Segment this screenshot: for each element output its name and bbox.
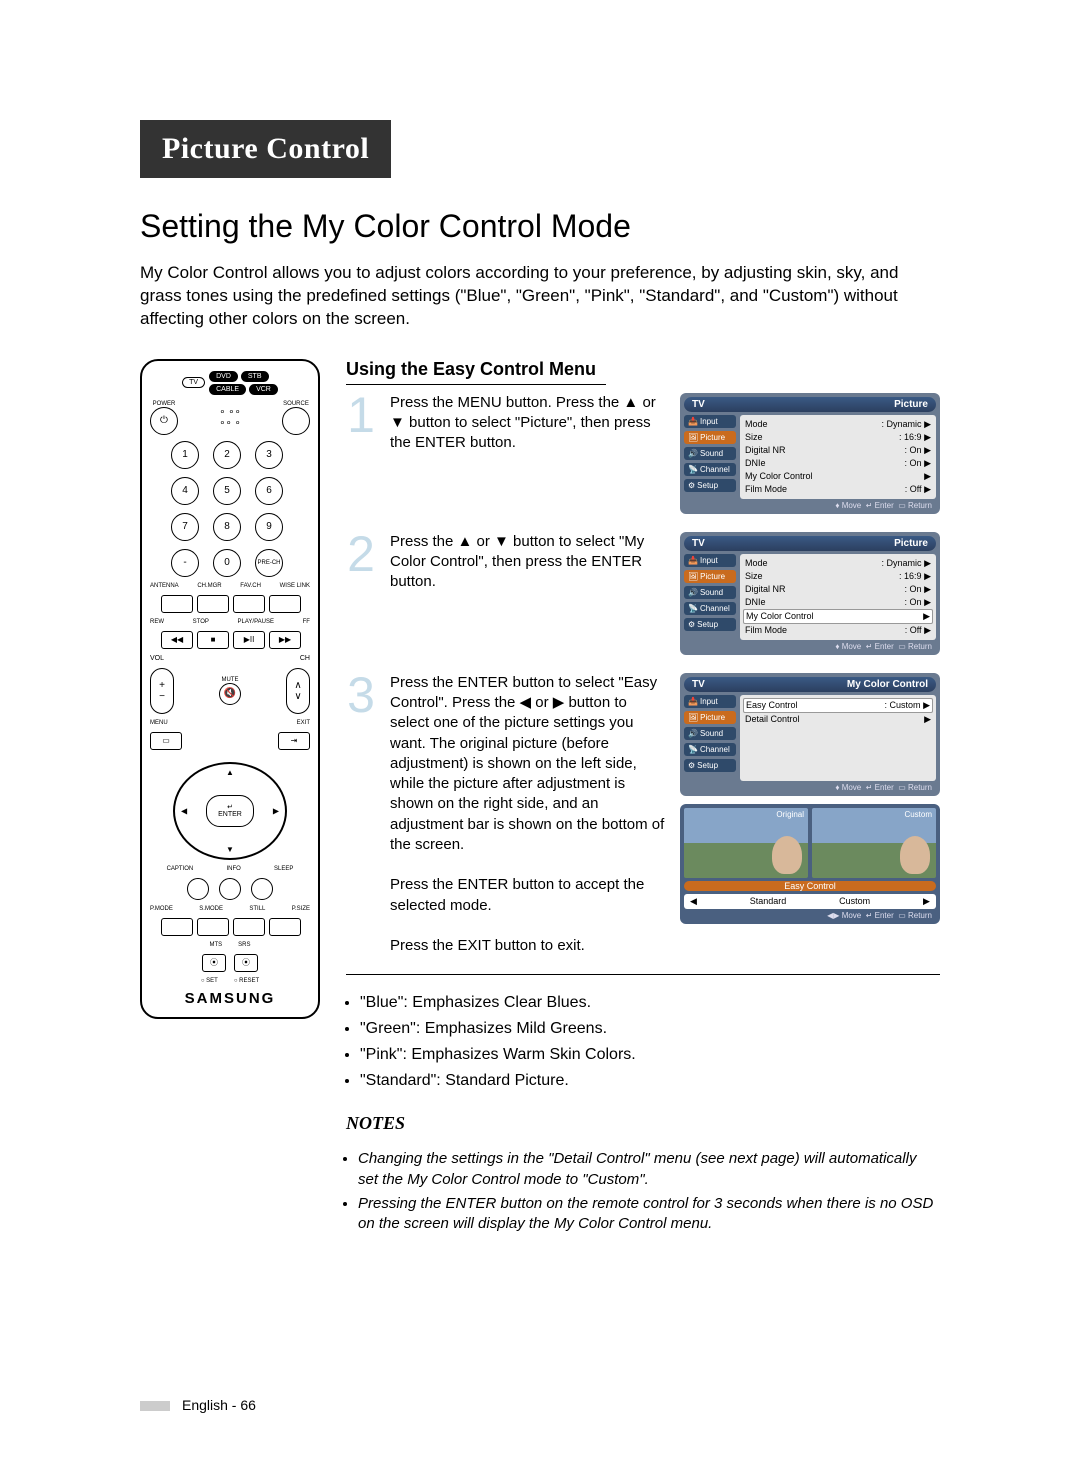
step-text-2: Press the ▲ or ▼ button to select "My Co… <box>390 532 666 655</box>
brand-logo: SAMSUNG <box>185 990 276 1007</box>
step-number-1: 1 <box>346 393 376 514</box>
remote-dvd-pill: DVD <box>209 371 238 382</box>
section-header: Picture Control <box>140 120 391 178</box>
power-button: ⏻ <box>150 407 178 435</box>
step-text-3: Press the ENTER button to select "Easy C… <box>390 673 666 957</box>
notes-heading: NOTES <box>346 1113 940 1134</box>
remote-stb-pill: STB <box>241 371 269 382</box>
page-footer: English - 66 <box>140 1397 256 1413</box>
subheading: Using the Easy Control Menu <box>346 359 606 385</box>
osd-screenshot-1: TVPicture 📥 Input 🖼 Picture 🔊 Sound 📡 Ch… <box>680 393 940 514</box>
osd-screenshot-3: TVMy Color Control 📥 Input 🖼 Picture 🔊 S… <box>680 673 940 796</box>
remote-cable-pill: CABLE <box>209 384 246 395</box>
color-mode-bullets: "Blue": Emphasizes Clear Blues. "Green":… <box>346 991 940 1093</box>
remote-tv-pill: TV <box>182 377 205 388</box>
notes-list: Changing the settings in the "Detail Con… <box>346 1149 940 1234</box>
osd-screenshot-2: TVPicture 📥 Input 🖼 Picture 🔊 Sound 📡 Ch… <box>680 532 940 655</box>
step-number-2: 2 <box>346 532 376 655</box>
easy-control-preview: Original Custom Easy Control ◀StandardCu… <box>680 804 940 924</box>
source-button <box>282 407 310 435</box>
remote-illustration: TV DVD STB CABLE VCR POWER <box>140 359 320 1250</box>
intro-paragraph: My Color Control allows you to adjust co… <box>140 262 940 331</box>
page-title: Setting the My Color Control Mode <box>140 208 940 245</box>
number-keypad: 123 456 789 -0PRE-CH <box>171 441 289 577</box>
step-number-3: 3 <box>346 673 376 957</box>
navigation-ring: ▲ ▼ ◀ ▶ ↵ENTER <box>173 762 287 860</box>
step-text-1: Press the MENU button. Press the ▲ or ▼ … <box>390 393 666 514</box>
remote-vcr-pill: VCR <box>249 384 278 395</box>
